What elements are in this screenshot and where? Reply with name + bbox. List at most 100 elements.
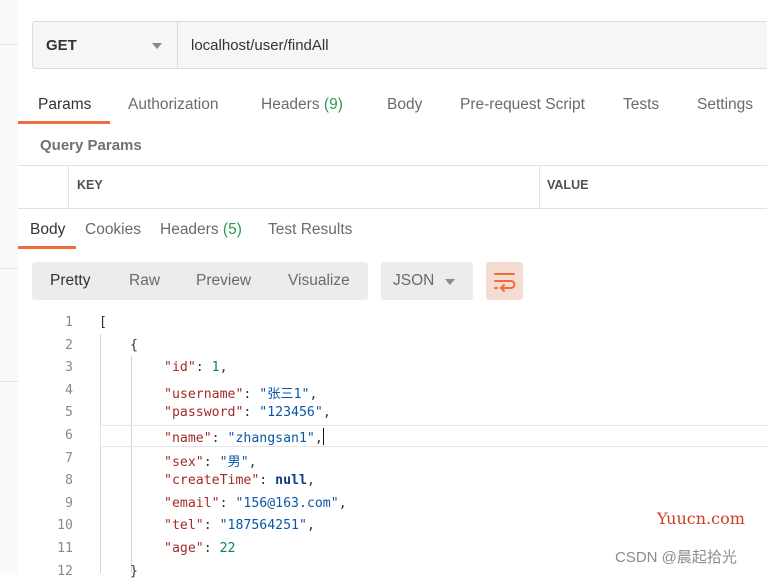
tab-count: (5) [222, 221, 242, 238]
line-number: 1 [65, 315, 73, 330]
json-field: "name": "zhangsan1", [164, 428, 324, 446]
response-tab-headers[interactable]: Headers (5) [160, 221, 242, 239]
view-visualize-button[interactable]: Visualize [288, 272, 350, 290]
tab-pre-request-script[interactable]: Pre-request Script [460, 96, 585, 114]
json-comma: , [219, 360, 228, 376]
code-token: } [130, 563, 138, 579]
json-key: "username" [164, 386, 244, 402]
tab-label: Tests [623, 96, 660, 113]
code-token: { [130, 337, 138, 353]
json-key: "name" [164, 431, 212, 446]
json-field: "id": 1, [164, 360, 228, 376]
tab-body[interactable]: Body [387, 96, 422, 114]
line-number: 5 [65, 405, 73, 421]
json-comma: , [309, 386, 318, 402]
code-line: 10 "tel": "187564251", [0, 515, 767, 537]
view-raw-button[interactable]: Raw [129, 272, 160, 290]
tab-label: Headers [160, 221, 219, 238]
chevron-down-icon [152, 43, 162, 49]
code-line: 7 "sex": "男", [0, 448, 767, 470]
json-field: "tel": "187564251", [164, 518, 315, 534]
json-comma: , [338, 495, 347, 511]
tab-label: Headers [261, 96, 320, 113]
tab-label: Cookies [85, 221, 141, 238]
request-bar: GET localhost/user/findAll [32, 21, 767, 69]
query-params-title: Query Params [40, 137, 142, 154]
json-comma: , [306, 473, 315, 489]
tab-label: Authorization [128, 96, 219, 113]
tab-label: Params [38, 96, 92, 113]
view-pretty-button[interactable]: Pretty [50, 272, 90, 290]
method-label: GET [46, 37, 77, 54]
json-key: "createTime" [164, 473, 260, 489]
json-value: "男" [219, 454, 249, 470]
line-number: 7 [65, 450, 73, 466]
tab-label: Settings [697, 96, 754, 113]
code-line: 5 "password": "123456", [0, 402, 767, 424]
code-line: 8 "createTime": null, [0, 470, 767, 492]
url-input[interactable]: localhost/user/findAll [191, 37, 329, 54]
column-divider [539, 166, 540, 208]
json-comma: , [306, 518, 315, 534]
tab-settings[interactable]: Settings [697, 96, 753, 114]
code-token: [ [99, 315, 107, 330]
method-select[interactable]: GET [33, 22, 178, 68]
line-number: 12 [57, 563, 73, 579]
rail-divider [0, 268, 18, 269]
line-number: 3 [65, 360, 73, 376]
tab-count: (9) [323, 96, 343, 113]
wrap-lines-icon [494, 273, 516, 292]
json-field: "age": 22 [164, 541, 236, 556]
json-field: "password": "123456", [164, 405, 331, 421]
line-number: 8 [65, 473, 73, 489]
tab-label: Pre-request Script [460, 96, 585, 113]
column-divider [68, 166, 69, 208]
json-key: "age" [164, 541, 204, 556]
view-mode-group: Pretty Raw Preview Visualize [32, 262, 368, 300]
active-tab-indicator [18, 246, 76, 249]
watermark-author: CSDN @晨起拾光 [615, 549, 737, 566]
line-number: 2 [65, 337, 73, 353]
tab-tests[interactable]: Tests [623, 96, 659, 114]
code-line: 9 "email": "156@163.com", [0, 493, 767, 515]
tab-label: Body [30, 221, 66, 238]
line-number: 10 [57, 518, 73, 534]
line-number: 4 [65, 382, 73, 398]
tab-headers[interactable]: Headers (9) [261, 96, 343, 114]
wrap-lines-button[interactable] [486, 262, 523, 300]
text-cursor [322, 428, 324, 445]
code-line: 4 "username": "张三1", [0, 380, 767, 402]
tab-params[interactable]: Params [38, 96, 91, 114]
response-tabs: Body Cookies Headers (5) Test Results [18, 217, 418, 251]
json-field: "email": "156@163.com", [164, 495, 347, 511]
json-field: "sex": "男", [164, 454, 257, 470]
json-value: null [275, 473, 307, 489]
line-number: 11 [57, 541, 73, 556]
json-value: "156@163.com" [235, 495, 339, 511]
json-key: "email" [164, 495, 220, 511]
response-tab-body[interactable]: Body [30, 221, 65, 239]
json-value: "123456" [259, 405, 323, 421]
json-value: 22 [219, 541, 236, 556]
response-tab-cookies[interactable]: Cookies [85, 221, 141, 239]
rail-divider [0, 44, 18, 45]
active-tab-indicator [18, 121, 110, 124]
tab-authorization[interactable]: Authorization [128, 96, 218, 114]
request-tabs: Params Authorization Headers (9) Body Pr… [18, 92, 767, 126]
json-comma: , [248, 454, 257, 470]
tab-label: Test Results [268, 221, 353, 238]
watermark-site: Yuucn.com [657, 509, 745, 528]
json-key: "sex" [164, 454, 204, 470]
response-code-viewer[interactable]: 1[2{3 "id": 1, 4 "username": "张三1", 5 "passwo… [0, 312, 767, 579]
line-number: 9 [65, 495, 73, 511]
format-select[interactable]: JSON [381, 262, 473, 300]
column-header-key: KEY [77, 178, 103, 192]
response-tab-test-results[interactable]: Test Results [268, 221, 352, 239]
code-line: 1[ [0, 312, 767, 334]
line-number: 6 [65, 428, 73, 443]
column-header-value: VALUE [547, 178, 589, 192]
json-value: "zhangsan1" [227, 431, 315, 446]
view-preview-button[interactable]: Preview [196, 272, 251, 290]
json-comma: , [322, 405, 331, 421]
chevron-down-icon [445, 279, 455, 285]
